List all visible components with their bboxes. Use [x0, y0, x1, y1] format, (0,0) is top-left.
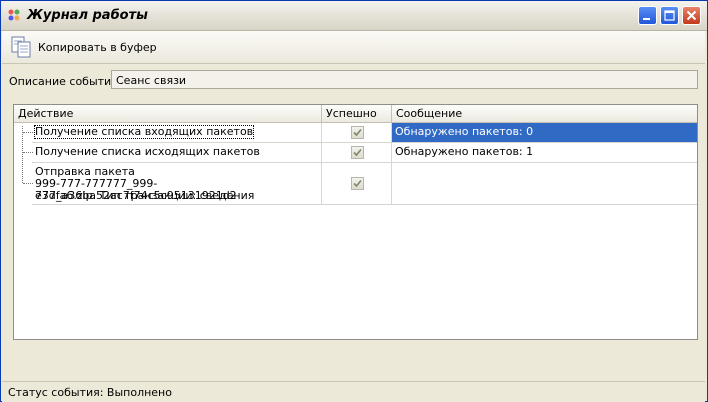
success-cell — [322, 143, 392, 163]
checkmark-icon — [353, 148, 362, 157]
event-description-field[interactable]: Сеанс связи — [111, 70, 698, 89]
copy-to-clipboard-button[interactable]: Копировать в буфер — [10, 35, 157, 59]
title-bar[interactable]: Журнал работы — [1, 1, 707, 31]
column-header-message[interactable]: Сообщение — [392, 105, 697, 122]
window-title: Журнал работы — [27, 8, 148, 23]
action-cell: Получение списка исходящих пакетов — [32, 143, 322, 163]
column-header-action[interactable]: Действие — [14, 105, 322, 122]
success-checkbox[interactable] — [351, 126, 364, 139]
action-text: Получение списка исходящих пакетов — [35, 145, 260, 158]
maximize-button[interactable] — [660, 6, 679, 25]
minimize-icon — [643, 18, 650, 20]
message-cell: Обнаружено пакетов: 0 — [392, 123, 697, 143]
checkmark-icon — [353, 179, 362, 188]
message-text: Обнаружено пакетов: 1 — [395, 145, 534, 158]
action-text: Получение списка входящих пакетов — [33, 125, 255, 139]
action-cell: Отправка пакета 999-777-777777_999-777_a… — [32, 163, 322, 205]
minimize-button[interactable] — [638, 6, 657, 25]
toolbar: Копировать в буфер — [2, 31, 705, 64]
success-cell — [322, 123, 392, 143]
maximize-icon — [664, 10, 675, 21]
success-checkbox[interactable] — [351, 146, 364, 159]
action-cell: Получение списка входящих пакетов — [32, 123, 322, 143]
actions-grid: Действие Успешно Сообщение Получение спи… — [13, 104, 698, 340]
action-text-line: e3dfa6.zip. Тип транзакции: сведения — [35, 189, 255, 202]
grid-header: Действие Успешно Сообщение — [14, 105, 697, 123]
column-header-success[interactable]: Успешно — [322, 105, 392, 122]
copy-button-label: Копировать в буфер — [38, 40, 157, 54]
message-text: Обнаружено пакетов: 0 — [395, 125, 534, 138]
status-text: Статус события: Выполнено — [8, 386, 172, 399]
copy-icon — [11, 36, 31, 58]
main-window: Журнал работы Копировать в буфер Описани… — [0, 0, 708, 402]
table-row[interactable]: Получение списка исходящих пакетов Обнар… — [14, 143, 697, 163]
event-description-label: Описание события — [9, 75, 118, 88]
checkmark-icon — [353, 128, 362, 137]
table-row[interactable]: Отправка пакета 999-777-777777_999-777_a… — [14, 163, 697, 205]
status-bar: Статус события: Выполнено — [2, 381, 705, 402]
close-button[interactable] — [682, 6, 701, 25]
success-cell — [322, 163, 392, 205]
message-cell — [392, 163, 697, 205]
success-checkbox[interactable] — [351, 177, 364, 190]
close-icon — [686, 10, 697, 21]
app-icon — [8, 9, 20, 21]
message-cell: Обнаружено пакетов: 1 — [392, 143, 697, 163]
table-row[interactable]: Получение списка входящих пакетов Обнару… — [14, 123, 697, 143]
